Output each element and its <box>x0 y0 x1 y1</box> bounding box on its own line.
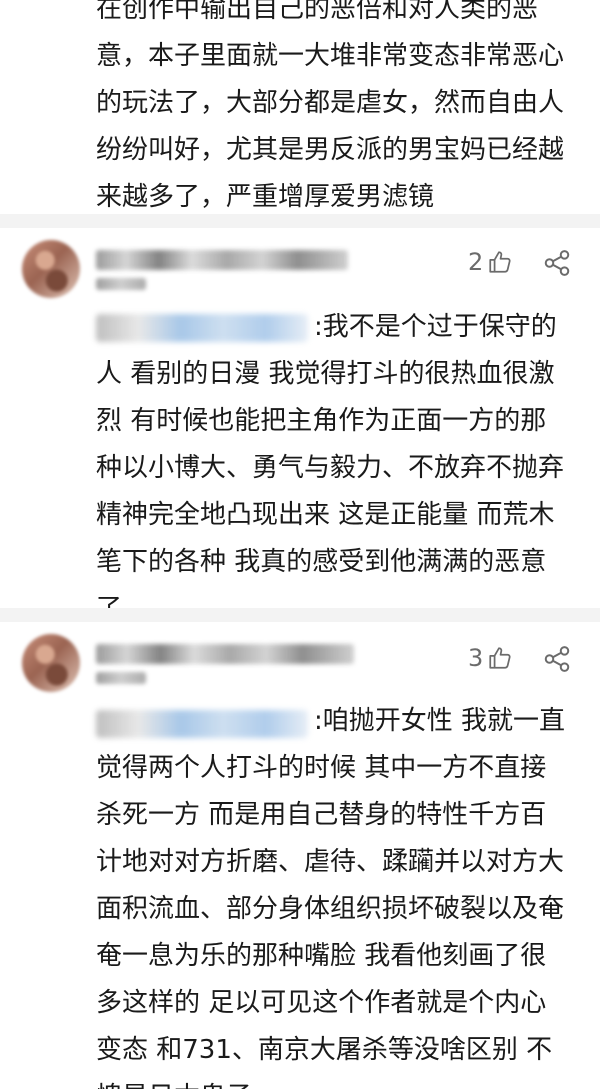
comment-line: 人 看别的日漫 我觉得打斗的很热血很激 <box>96 359 555 389</box>
like-button[interactable]: 3 <box>468 644 513 672</box>
comment-line: 杀死一方 而是用自己替身的特性千方百 <box>96 800 547 830</box>
like-button[interactable]: 2 <box>468 248 513 276</box>
comment-line: 奄一息为乐的那种嘴脸 我看他刻画了很 <box>96 941 547 971</box>
comment-separator <box>0 608 600 622</box>
comment-line: 意，本子里面就一大堆非常变态非常恶心 <box>96 41 565 71</box>
comment-line: 愧是日本鬼子 <box>96 1074 586 1089</box>
comment-line: 在创作中输出自己的恶倍和对人类的恶 <box>96 0 539 24</box>
comment-item: 3 :咱抛开女性 我就一直 觉得两个人打斗的时候 其中一方不直接 杀死一方 而是… <box>0 622 600 1089</box>
username-redacted[interactable] <box>96 250 348 270</box>
comment-line: 烈 有时候也能把主角作为正面一方的那 <box>96 406 547 436</box>
share-icon[interactable] <box>542 248 572 278</box>
comment-line: 多这样的 足以可见这个作者就是个内心 <box>96 988 547 1018</box>
comment-line: 觉得两个人打斗的时候 其中一方不直接 <box>96 753 547 783</box>
thumbs-up-icon <box>487 249 513 275</box>
comment-line: 笔下的各种 我真的感受到他满满的恶意 <box>96 547 547 577</box>
like-count: 3 <box>468 644 484 672</box>
timestamp-redacted <box>96 672 146 684</box>
comment-line: 计地对对方折磨、虐待、蹂躏并以对方大 <box>96 847 565 877</box>
comment-text: :咱抛开女性 我就一直 觉得两个人打斗的时候 其中一方不直接 杀死一方 而是用自… <box>96 698 586 1089</box>
comment-item: 2 :我不是个过于保守的 人 看别的日漫 我觉得打斗的很热血很激 烈 有时候也能… <box>0 228 600 624</box>
comment-separator <box>0 214 600 228</box>
comment-text: :我不是个过于保守的 人 看别的日漫 我觉得打斗的很热血很激 烈 有时候也能把主… <box>96 304 586 633</box>
previous-comment-text: 在创作中输出自己的恶倍和对人类的恶 意，本子里面就一大堆非常变态非常恶心 的玩法… <box>96 0 586 221</box>
comment-line: :咱抛开女性 我就一直 <box>314 706 566 736</box>
comment-line: 精神完全地凸现出来 这是正能量 而荒木 <box>96 500 555 530</box>
share-icon[interactable] <box>542 644 572 674</box>
comment-line: 的玩法了，大部分都是虐女，然而自由人 <box>96 88 565 118</box>
thumbs-up-icon <box>487 645 513 671</box>
comment-line: 变态 和731、南京大屠杀等没啥区别 不 <box>96 1035 553 1065</box>
comment-line: 种以小博大、勇气与毅力、不放弃不抛弃 <box>96 453 565 483</box>
comment-line: :我不是个过于保守的 <box>314 312 557 342</box>
avatar[interactable] <box>22 240 80 298</box>
comment-line: 面积流血、部分身体组织损坏破裂以及奄 <box>96 894 565 924</box>
timestamp-redacted <box>96 278 146 290</box>
username-redacted[interactable] <box>96 644 354 664</box>
comment-line: 纷纷叫好，尤其是男反派的男宝妈已经越 <box>96 135 565 165</box>
avatar[interactable] <box>22 634 80 692</box>
like-count: 2 <box>468 248 484 276</box>
